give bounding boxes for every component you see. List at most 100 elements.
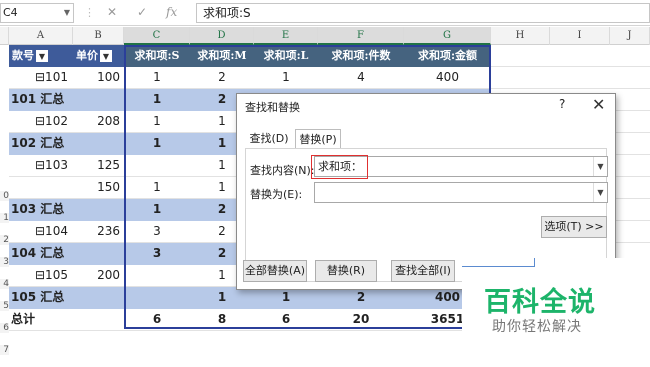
table-cell[interactable]: ⊟105 [9, 265, 73, 287]
col-f[interactable]: F [318, 27, 404, 45]
table-cell[interactable]: 1 [254, 67, 318, 89]
table-cell[interactable]: 100 [73, 67, 124, 89]
filter-dropdown-icon[interactable]: ▼ [36, 50, 48, 62]
row-number[interactable]: 3 [0, 257, 9, 267]
table-cell[interactable]: 105 汇总 [9, 287, 73, 309]
row-number[interactable]: 1 [0, 213, 9, 223]
table-cell[interactable]: ⊟101 [9, 67, 73, 89]
replace-all-button[interactable]: 全部替换(A) [243, 260, 307, 282]
table-cell[interactable]: 总计 [9, 309, 73, 331]
table-cell[interactable] [73, 287, 124, 309]
table-cell[interactable]: 6 [124, 309, 190, 331]
table-cell[interactable]: 1 [254, 287, 318, 309]
watermark-logo: 百科全说 助你轻松解决 [462, 258, 650, 343]
row-number[interactable]: 5 [0, 301, 9, 311]
dialog-title: 查找和替换 [245, 101, 300, 114]
table-cell[interactable] [73, 309, 124, 331]
table-cell[interactable]: 125 [73, 155, 124, 177]
table-cell[interactable]: 2 [318, 287, 404, 309]
select-all-corner[interactable] [0, 27, 9, 45]
row-number[interactable]: 7 [0, 345, 9, 355]
header-price-cell[interactable]: 单价 ▼ [73, 45, 124, 67]
header-key-cell[interactable]: 款号 ▼ [9, 45, 73, 67]
table-cell[interactable]: 2 [190, 67, 254, 89]
watermark-title: 百科全说 [484, 287, 596, 318]
filter-dropdown-icon[interactable]: ▼ [100, 50, 112, 62]
chevron-down-icon[interactable]: ▼ [64, 4, 70, 22]
table-cell[interactable]: 1 [124, 111, 190, 133]
table-cell[interactable]: ⊟103 [9, 155, 73, 177]
formula-input[interactable]: 求和项:S [196, 3, 650, 23]
tab-replace[interactable]: 替换(P) [295, 129, 341, 149]
table-cell[interactable]: 1 [190, 287, 254, 309]
function-icon[interactable]: fx [166, 5, 177, 19]
table-cell[interactable]: 4 [318, 67, 404, 89]
find-all-button[interactable]: 查找全部(I) [391, 260, 455, 282]
column-headers: A B C D E F G H I J [0, 27, 650, 45]
table-cell[interactable]: 104 汇总 [9, 243, 73, 265]
table-cell[interactable]: 102 汇总 [9, 133, 73, 155]
help-icon[interactable]: ? [559, 97, 565, 111]
row-number[interactable]: 4 [0, 279, 9, 289]
table-cell[interactable]: ⊟102 [9, 111, 73, 133]
options-button[interactable]: 选项(T) >> [541, 216, 607, 238]
col-j[interactable]: J [610, 27, 650, 45]
cancel-icon[interactable]: ✕ [107, 5, 117, 19]
table-cell[interactable] [73, 133, 124, 155]
table-cell[interactable] [124, 265, 190, 287]
table-cell[interactable]: 200 [73, 265, 124, 287]
table-cell[interactable]: 400 [404, 67, 491, 89]
chevron-down-icon[interactable]: ▼ [593, 157, 607, 176]
table-cell[interactable]: 103 汇总 [9, 199, 73, 221]
table-cell[interactable]: 208 [73, 111, 124, 133]
formula-bar: C4 ▼ ⋮ ✕ ✓ fx 求和项:S [0, 0, 650, 26]
highlight-box [311, 155, 368, 179]
col-b[interactable]: B [73, 27, 124, 45]
table-cell[interactable]: 236 [73, 221, 124, 243]
table-cell[interactable]: 6 [254, 309, 318, 331]
find-label: 查找内容(N): [250, 164, 315, 177]
table-cell[interactable]: 3 [124, 221, 190, 243]
replace-input[interactable]: ▼ [314, 182, 608, 203]
header-count-cell[interactable]: 求和项:件数 [318, 45, 404, 67]
separator-icon: ⋮ [84, 6, 95, 19]
enter-icon[interactable]: ✓ [137, 5, 147, 19]
table-cell[interactable] [73, 243, 124, 265]
header-m-cell[interactable]: 求和项:M [190, 45, 254, 67]
table-cell[interactable]: 101 汇总 [9, 89, 73, 111]
col-d[interactable]: D [190, 27, 254, 45]
header-amount-cell[interactable]: 求和项:金额 [404, 45, 491, 67]
table-cell[interactable]: 20 [318, 309, 404, 331]
row-number[interactable]: 6 [0, 323, 9, 333]
replace-button[interactable]: 替换(R) [315, 260, 377, 282]
table-cell[interactable]: 3 [124, 243, 190, 265]
row-number[interactable]: 2 [0, 235, 9, 245]
chevron-down-icon[interactable]: ▼ [593, 183, 607, 202]
table-cell[interactable] [73, 89, 124, 111]
table-cell[interactable]: 1 [124, 199, 190, 221]
header-l-cell[interactable]: 求和项:L [254, 45, 318, 67]
table-cell[interactable]: 1 [124, 133, 190, 155]
col-e[interactable]: E [254, 27, 318, 45]
table-cell[interactable] [124, 287, 190, 309]
replace-label: 替换为(E): [250, 188, 303, 201]
col-i[interactable]: I [550, 27, 610, 45]
close-icon[interactable]: ✕ [592, 95, 605, 114]
table-cell[interactable]: 1 [124, 177, 190, 199]
col-c[interactable]: C [124, 27, 190, 45]
name-box[interactable]: C4 ▼ [0, 3, 74, 23]
table-cell[interactable] [124, 155, 190, 177]
table-cell[interactable]: ⊟104 [9, 221, 73, 243]
col-h[interactable]: H [491, 27, 550, 45]
table-cell[interactable]: 1 [124, 89, 190, 111]
col-g[interactable]: G [404, 27, 491, 45]
tab-find[interactable]: 查找(D) [245, 129, 293, 149]
table-cell[interactable]: 150 [73, 177, 124, 199]
col-a[interactable]: A [9, 27, 73, 45]
table-cell[interactable] [73, 199, 124, 221]
table-cell[interactable]: 8 [190, 309, 254, 331]
header-s-cell[interactable]: 求和项:S [124, 45, 190, 67]
table-cell[interactable]: 1 [124, 67, 190, 89]
table-cell[interactable] [9, 177, 73, 199]
row-number[interactable]: 0 [0, 191, 9, 201]
